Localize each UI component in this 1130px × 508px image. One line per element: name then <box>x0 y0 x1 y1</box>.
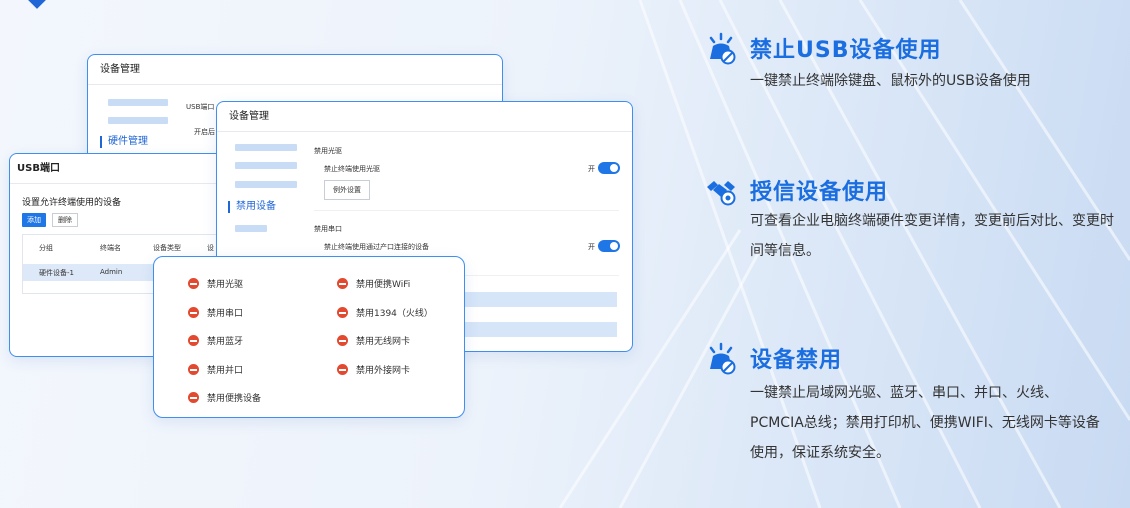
delete-button[interactable]: 删除 <box>52 213 78 227</box>
stop-icon <box>188 278 199 289</box>
trusted-device-icon <box>707 181 736 206</box>
popup-item[interactable]: 禁用蓝牙 <box>188 334 243 347</box>
section-serial-title: 禁用串口 <box>314 225 342 233</box>
usb-block-icon <box>709 32 736 65</box>
popup-item[interactable]: 禁用便携设备 <box>188 391 261 404</box>
feature-title: 禁止USB设备使用 <box>750 38 942 63</box>
stop-icon <box>188 364 199 375</box>
cell-terminal: Admin <box>100 268 123 276</box>
cdrom-toggle[interactable] <box>598 162 620 174</box>
feature-desc: 可查看企业电脑终端硬件变更详情，变更前后对比、变更时间等信息。 <box>750 213 1114 259</box>
popup-item[interactable]: 禁用无线网卡 <box>337 334 410 347</box>
toggle-label: 开 <box>588 243 595 251</box>
nav-placeholder <box>235 162 297 169</box>
stop-icon <box>188 392 199 403</box>
device-disable-icon <box>709 342 736 375</box>
nav-item-hardware[interactable]: 硬件管理 <box>100 136 148 148</box>
feature-desc: 一键禁止局域网光驱、蓝牙、串口、并口、火线、PCMCIA总线；禁用打印机、便携W… <box>750 385 1100 461</box>
popup-item[interactable]: 禁用光驱 <box>188 277 243 290</box>
stop-icon <box>188 335 199 346</box>
row-label: 开启后 <box>194 128 215 136</box>
serial-toggle[interactable] <box>598 240 620 252</box>
exception-settings-button[interactable]: 例外设置 <box>324 180 370 200</box>
section-label: USB端口 <box>186 103 215 111</box>
placeholder-bar <box>462 322 617 337</box>
popup-item[interactable]: 禁用1394（火线） <box>337 306 433 319</box>
window-title: 设备管理 <box>217 102 632 132</box>
nav-placeholder <box>235 144 297 151</box>
nav-placeholder <box>108 99 168 106</box>
popup-item[interactable]: 禁用外接网卡 <box>337 363 410 376</box>
feature-title: 设备禁用 <box>750 348 843 373</box>
column-header: 设备类型 <box>153 244 181 252</box>
section-cdrom-title: 禁用光驱 <box>314 147 342 155</box>
popup-item[interactable]: 禁用便携WiFi <box>337 277 410 290</box>
popup-item[interactable]: 禁用串口 <box>188 306 243 319</box>
disable-device-popup: 禁用光驱 禁用串口 禁用蓝牙 禁用并口 禁用便携设备 禁用便携WiFi 禁用13… <box>153 256 465 418</box>
stop-icon <box>337 335 348 346</box>
popup-item[interactable]: 禁用并口 <box>188 363 243 376</box>
nav-placeholder <box>235 225 267 232</box>
column-header: 终端名 <box>100 244 121 252</box>
nav-item-disable-device[interactable]: 禁用设备 <box>228 201 276 213</box>
window-title: 设备管理 <box>88 55 502 85</box>
serial-rule-label: 禁止终端使用通过产口连接的设备 <box>324 243 429 251</box>
stop-icon <box>188 307 199 318</box>
cell-group: 硬件设备-1 <box>39 269 74 277</box>
column-header: 分组 <box>39 244 53 252</box>
add-button[interactable]: 添加 <box>22 213 46 227</box>
cdrom-rule-label: 禁止终端使用光驱 <box>324 165 380 173</box>
usb-subtitle: 设置允许终端使用的设备 <box>22 198 122 208</box>
divider <box>314 210 619 211</box>
feature-desc: 一键禁止终端除键盘、鼠标外的USB设备使用 <box>750 73 1031 89</box>
placeholder-bar <box>462 292 617 307</box>
stop-icon <box>337 307 348 318</box>
feature-title: 授信设备使用 <box>750 180 889 205</box>
stop-icon <box>337 364 348 375</box>
corner-diamond-icon <box>27 0 47 9</box>
toggle-label: 开 <box>588 165 595 173</box>
nav-placeholder <box>235 181 297 188</box>
stop-icon <box>337 278 348 289</box>
nav-placeholder <box>108 117 168 124</box>
column-header: 设 <box>207 244 214 252</box>
